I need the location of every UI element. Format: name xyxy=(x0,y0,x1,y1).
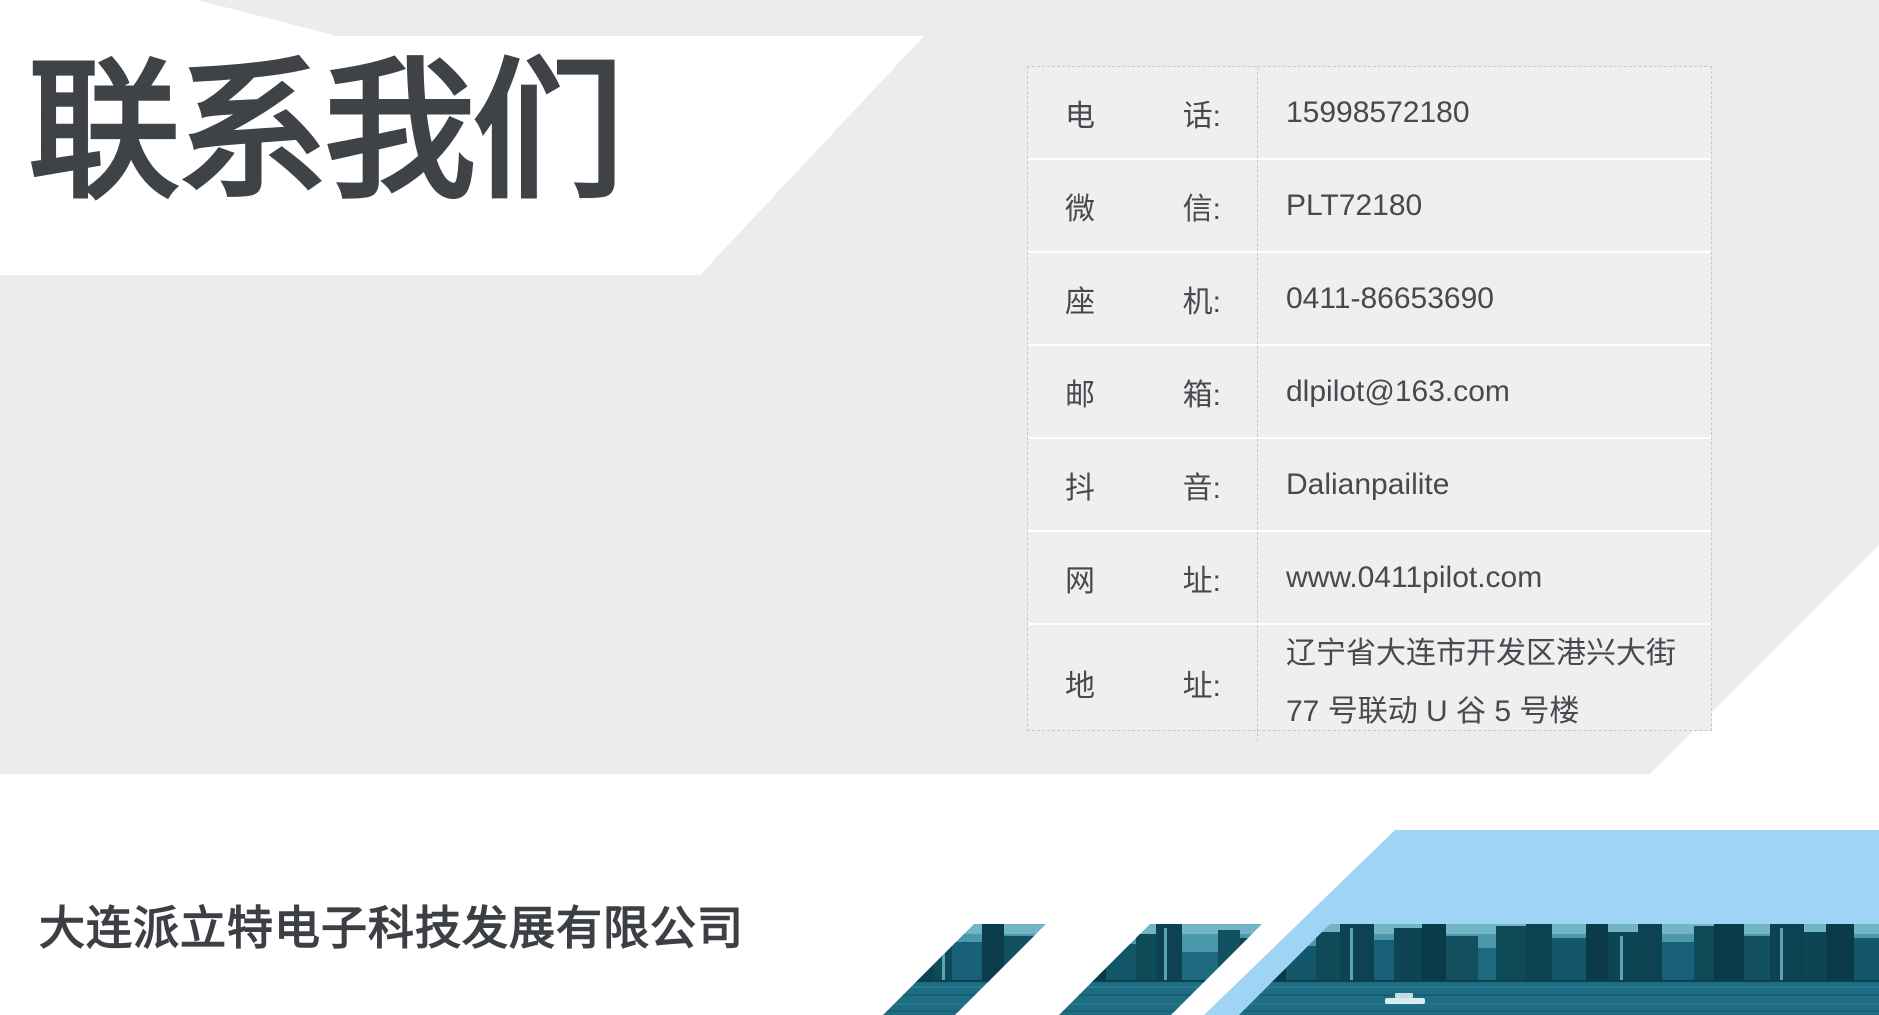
contact-label: 地 址: xyxy=(1065,661,1221,705)
contact-label-first-char: 微 xyxy=(1065,184,1095,228)
contact-table-row: 邮 箱: dlpilot@163.com xyxy=(1028,346,1711,439)
contact-label-second-char: 址: xyxy=(1183,556,1221,600)
contact-label-cell: 微 信: xyxy=(1028,160,1258,251)
contact-value-line: PLT72180 xyxy=(1286,177,1711,235)
contact-value-line: 77 号联动 U 谷 5 号楼 xyxy=(1286,683,1711,741)
contact-value-cell: dlpilot@163.com xyxy=(1258,346,1711,437)
contact-label-second-char: 址: xyxy=(1183,661,1221,705)
contact-value-line: www.0411pilot.com xyxy=(1286,549,1711,607)
contact-slide: 联系我们 电 话: 15998572180 微 信: PLT72180 xyxy=(0,0,1879,1015)
contact-label-second-char: 话: xyxy=(1183,91,1221,135)
page-title: 联系我们 xyxy=(28,52,620,212)
contact-label: 抖 音: xyxy=(1065,463,1221,507)
contact-label: 座 机: xyxy=(1065,277,1221,321)
contact-table-row: 抖 音: Dalianpailite xyxy=(1028,439,1711,532)
contact-label-cell: 地 址: xyxy=(1028,625,1258,741)
contact-value-line: 0411-86653690 xyxy=(1286,270,1711,328)
contact-label-first-char: 邮 xyxy=(1065,370,1095,414)
contact-label-first-char: 网 xyxy=(1065,556,1095,600)
contact-label-cell: 抖 音: xyxy=(1028,439,1258,530)
contact-table-row: 电 话: 15998572180 xyxy=(1028,67,1711,160)
contact-value-line: 15998572180 xyxy=(1286,84,1711,142)
contact-label: 微 信: xyxy=(1065,184,1221,228)
contact-label: 电 话: xyxy=(1065,91,1221,135)
contact-table-body: 电 话: 15998572180 微 信: PLT72180 座 机: xyxy=(1028,67,1711,741)
contact-value-cell: 0411-86653690 xyxy=(1258,253,1711,344)
contact-label-second-char: 箱: xyxy=(1183,370,1221,414)
contact-value-line: dlpilot@163.com xyxy=(1286,363,1711,421)
contact-value-line: 辽宁省大连市开发区港兴大街 xyxy=(1286,625,1711,683)
contact-label-second-char: 机: xyxy=(1183,277,1221,321)
contact-value-cell: PLT72180 xyxy=(1258,160,1711,251)
contact-label: 网 址: xyxy=(1065,556,1221,600)
contact-label-cell: 邮 箱: xyxy=(1028,346,1258,437)
contact-table-row: 网 址: www.0411pilot.com xyxy=(1028,532,1711,625)
contact-label-second-char: 信: xyxy=(1183,184,1221,228)
contact-label-first-char: 座 xyxy=(1065,277,1095,321)
contact-value-line: Dalianpailite xyxy=(1286,456,1711,514)
contact-table-row: 座 机: 0411-86653690 xyxy=(1028,253,1711,346)
contact-label-cell: 网 址: xyxy=(1028,532,1258,623)
contact-value-cell: 辽宁省大连市开发区港兴大街77 号联动 U 谷 5 号楼 xyxy=(1258,625,1711,741)
contact-label-second-char: 音: xyxy=(1183,463,1221,507)
contact-table-row: 地 址: 辽宁省大连市开发区港兴大街77 号联动 U 谷 5 号楼 xyxy=(1028,625,1711,741)
contact-label: 邮 箱: xyxy=(1065,370,1221,414)
company-name: 大连派立特电子科技发展有限公司 xyxy=(39,902,744,954)
contact-label-cell: 电 话: xyxy=(1028,67,1258,158)
contact-label-first-char: 地 xyxy=(1065,661,1095,705)
contact-table: 电 话: 15998572180 微 信: PLT72180 座 机: xyxy=(1027,66,1712,731)
contact-label-first-char: 电 xyxy=(1065,91,1095,135)
contact-value-cell: www.0411pilot.com xyxy=(1258,532,1711,623)
contact-value-cell: 15998572180 xyxy=(1258,67,1711,158)
contact-label-cell: 座 机: xyxy=(1028,253,1258,344)
city-photo xyxy=(850,924,1879,1015)
contact-value-cell: Dalianpailite xyxy=(1258,439,1711,530)
contact-label-first-char: 抖 xyxy=(1065,463,1095,507)
contact-table-row: 微 信: PLT72180 xyxy=(1028,160,1711,253)
